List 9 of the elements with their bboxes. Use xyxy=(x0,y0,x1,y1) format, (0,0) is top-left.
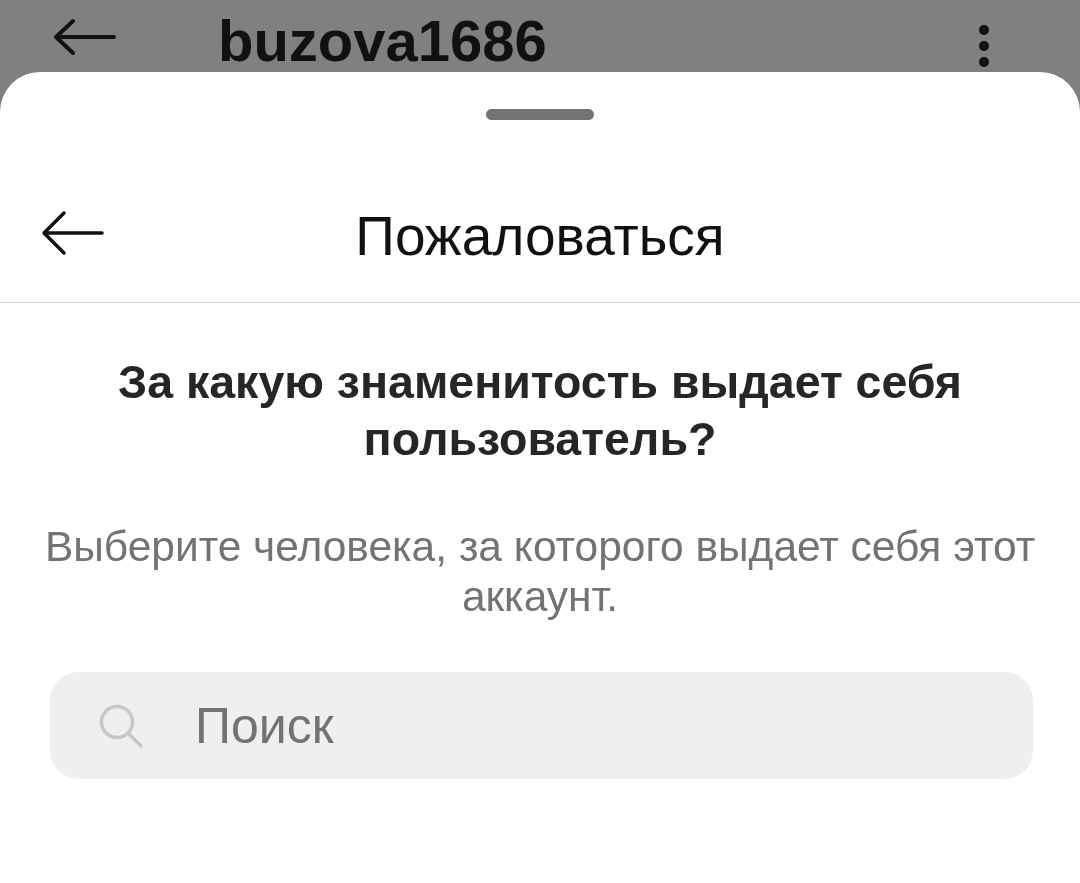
question-heading: За какую знаменитость выдает себя пользователь? xyxy=(117,355,963,467)
search-icon xyxy=(98,703,144,749)
profile-username: buzova1686 xyxy=(218,12,547,70)
drag-handle[interactable] xyxy=(486,109,594,120)
description-text: Выберите человека, за которого выдает себя этот аккаунт. xyxy=(43,522,1037,622)
search-field[interactable]: Поиск xyxy=(50,672,1033,779)
back-arrow-icon[interactable] xyxy=(40,209,106,257)
more-options-icon[interactable] xyxy=(978,24,990,68)
sheet-title: Пожаловаться xyxy=(355,204,725,269)
